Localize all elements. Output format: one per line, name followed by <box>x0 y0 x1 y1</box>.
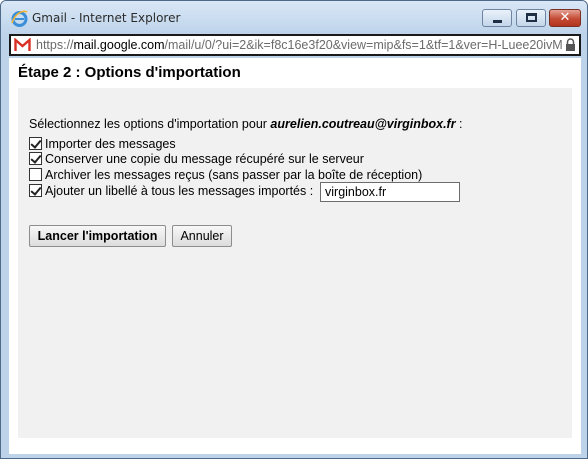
page-title: Étape 2 : Options d'importation <box>18 64 241 81</box>
start-import-button[interactable]: Lancer l'importation <box>29 225 166 247</box>
page-content: Étape 2 : Options d'importation Sélectio… <box>9 58 581 454</box>
gmail-icon <box>14 38 31 52</box>
maximize-icon <box>526 13 537 22</box>
option-archive[interactable]: Archiver les messages reçus (sans passer… <box>29 166 422 183</box>
minimize-button[interactable] <box>482 9 512 27</box>
label-name-input[interactable] <box>320 182 460 202</box>
option-label: Importer des messages <box>45 136 176 151</box>
ie-icon <box>11 10 28 27</box>
window-title: Gmail - Internet Explorer <box>32 11 181 25</box>
url-host: mail.google.com <box>73 38 165 52</box>
keep-copy-checkbox[interactable] <box>29 152 42 165</box>
options-panel: Sélectionnez les options d'importation p… <box>18 88 572 438</box>
close-icon: ✕ <box>559 10 571 25</box>
option-add-label[interactable]: Ajouter un libellé à tous les messages i… <box>29 182 460 202</box>
url-path: /mail/u/0/?ui=2&ik=f8c16e3f20&view=mip&f… <box>164 38 563 52</box>
add-label-checkbox[interactable] <box>29 184 42 197</box>
lock-icon[interactable] <box>565 38 576 52</box>
browser-window: Gmail - Internet Explorer ✕ https://mail… <box>0 0 588 459</box>
minimize-icon <box>493 20 502 23</box>
title-bar[interactable]: Gmail - Internet Explorer ✕ <box>1 1 587 35</box>
option-label: Conserver une copie du message récupéré … <box>45 151 364 166</box>
cancel-button[interactable]: Annuler <box>172 225 232 247</box>
option-label: Ajouter un libellé à tous les messages i… <box>45 183 314 198</box>
intro-prefix: Sélectionnez les options d'importation p… <box>29 117 271 131</box>
account-email: aurelien.coutreau@virginbox.fr <box>270 117 456 131</box>
close-button[interactable]: ✕ <box>549 9 581 27</box>
intro-text: Sélectionnez les options d'importation p… <box>29 117 463 131</box>
archive-checkbox[interactable] <box>29 168 42 181</box>
address-bar[interactable]: https://mail.google.com/mail/u/0/?ui=2&i… <box>9 34 581 56</box>
option-keep-copy[interactable]: Conserver une copie du message récupéré … <box>29 150 364 167</box>
maximize-button[interactable] <box>516 9 546 27</box>
url-text[interactable]: https://mail.google.com/mail/u/0/?ui=2&i… <box>36 38 563 52</box>
import-messages-checkbox[interactable] <box>29 137 42 150</box>
option-label: Archiver les messages reçus (sans passer… <box>45 167 423 182</box>
url-scheme: https:// <box>36 38 74 52</box>
intro-suffix: : <box>455 117 463 131</box>
